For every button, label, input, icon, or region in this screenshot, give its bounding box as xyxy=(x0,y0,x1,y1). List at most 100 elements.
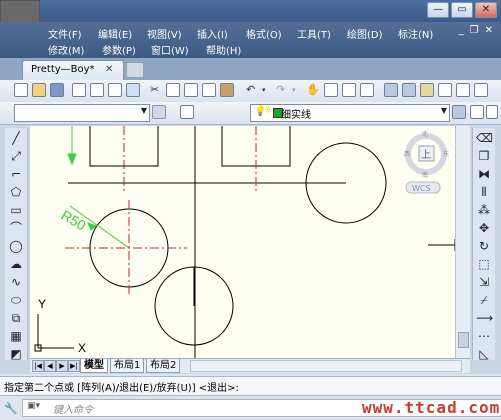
ellipse-icon[interactable]: ⬭ xyxy=(8,292,24,308)
rotate-icon[interactable]: ↻ xyxy=(476,238,492,254)
doc-minimize-button[interactable]: _ xyxy=(459,25,464,36)
new-tab-button[interactable] xyxy=(126,62,144,78)
next-layout-icon[interactable]: ▶ xyxy=(56,360,68,372)
extend-icon[interactable]: ⟶ xyxy=(476,310,493,326)
offset-icon[interactable]: ⫴ xyxy=(476,184,492,200)
doc-restore-button[interactable]: ❐ xyxy=(470,25,479,36)
menu-format[interactable]: 格式(O) xyxy=(246,26,282,41)
trim-icon[interactable]: ⌿ xyxy=(476,292,492,308)
menu-parameter[interactable]: 参数(P) xyxy=(102,42,136,57)
design-center-icon[interactable] xyxy=(402,83,416,97)
doc-close-button[interactable]: ✕ xyxy=(485,25,493,36)
layer-states-icon[interactable] xyxy=(470,105,484,119)
scale-icon[interactable]: ⬚ xyxy=(476,256,492,272)
menu-dimension[interactable]: 标注(N) xyxy=(398,26,433,41)
properties-icon[interactable] xyxy=(384,83,398,97)
menu-modify[interactable]: 修改(M) xyxy=(48,42,84,57)
insert-block-icon[interactable]: ⧉ xyxy=(8,310,24,326)
sun-icon[interactable]: ☼ xyxy=(264,105,273,116)
revision-cloud-icon[interactable]: ☁ xyxy=(8,256,24,272)
zoom-previous-icon[interactable] xyxy=(360,83,374,97)
layer-previous-icon[interactable] xyxy=(452,105,466,119)
polygon-icon[interactable]: ⬠ xyxy=(8,184,24,200)
tool-palettes-icon[interactable] xyxy=(420,83,434,97)
rectangle-icon[interactable]: ▭ xyxy=(8,202,24,218)
first-layout-icon[interactable]: |◀ xyxy=(32,360,44,372)
menu-bar: 文件(F) 编辑(E) 视图(V) 插入(I) 格式(O) 工具(T) 绘图(D… xyxy=(0,22,501,58)
menu-window[interactable]: 窗口(W) xyxy=(151,42,189,57)
workspace-dropdown[interactable]: ▼ xyxy=(14,104,150,122)
window-controls: — ▭ ✕ xyxy=(427,2,497,18)
menu-help[interactable]: 帮助(H) xyxy=(206,42,241,57)
undo-icon[interactable]: ↶ xyxy=(246,82,255,98)
paste-icon[interactable] xyxy=(184,83,198,97)
region-icon[interactable]: ◩ xyxy=(8,346,24,362)
maximize-button[interactable]: ▭ xyxy=(451,2,473,18)
cut-icon[interactable]: ✂ xyxy=(150,82,159,98)
tab-layout2[interactable]: 布局2 xyxy=(146,359,181,373)
sheet-set-icon[interactable] xyxy=(438,83,452,97)
open-file-icon[interactable] xyxy=(32,83,46,97)
zoom-realtime-icon[interactable] xyxy=(324,83,338,97)
new-file-icon[interactable] xyxy=(14,83,28,97)
copy-icon[interactable] xyxy=(166,83,180,97)
save-icon[interactable] xyxy=(50,83,64,97)
wrench-icon[interactable]: 🔧 xyxy=(4,402,18,415)
last-layout-icon[interactable]: ▶| xyxy=(68,360,80,372)
drawing-area[interactable]: R50 Y X 上 北 南 西 东 WCS xyxy=(30,126,470,359)
match-properties-icon[interactable] xyxy=(220,83,234,97)
erase-icon[interactable]: ⌫ xyxy=(476,130,493,146)
break-icon[interactable]: ⋯ xyxy=(476,328,492,344)
viewcube[interactable]: 上 北 南 西 东 WCS xyxy=(404,130,449,194)
copy-base-icon[interactable] xyxy=(202,83,216,97)
move-icon[interactable]: ✥ xyxy=(476,220,492,236)
markup-icon[interactable] xyxy=(456,83,470,97)
construction-line-icon[interactable]: ⤢ xyxy=(8,148,24,164)
spline-icon[interactable]: ∿ xyxy=(8,274,24,290)
command-input-placeholder: 键入命令 xyxy=(53,405,93,416)
previous-layout-icon[interactable]: ◀ xyxy=(44,360,56,372)
line-icon[interactable]: ╱ xyxy=(8,130,24,146)
viewcube-north: 北 xyxy=(422,130,428,138)
array-icon[interactable]: ⁂ xyxy=(476,202,492,218)
zoom-window-icon[interactable] xyxy=(342,83,356,97)
redo-dropdown-icon[interactable]: ▾ xyxy=(292,82,296,98)
mirror-icon[interactable]: ⧓ xyxy=(476,166,492,182)
menu-edit[interactable]: 编辑(E) xyxy=(98,26,132,41)
chamfer-icon[interactable]: ◺ xyxy=(476,346,492,362)
workspace-settings-icon[interactable] xyxy=(152,105,166,119)
publish-icon[interactable] xyxy=(108,83,122,97)
file-tab-close-icon[interactable]: ✕ xyxy=(105,64,113,75)
redo-icon[interactable]: ↷ xyxy=(276,82,285,98)
print-preview-icon[interactable] xyxy=(90,83,104,97)
hatch-icon[interactable]: ▦ xyxy=(8,328,24,344)
tab-layout1[interactable]: 布局1 xyxy=(110,359,145,373)
vertical-scroll-thumb[interactable] xyxy=(458,332,469,348)
horizontal-scrollbar[interactable] xyxy=(190,360,462,372)
menu-insert[interactable]: 插入(I) xyxy=(197,26,228,41)
layer-properties-icon[interactable] xyxy=(180,105,194,119)
file-tab[interactable]: Pretty—Boy* ✕ xyxy=(22,60,124,81)
menu-tools[interactable]: 工具(T) xyxy=(297,26,331,41)
menu-view[interactable]: 视图(V) xyxy=(147,26,182,41)
circle-icon[interactable]: ◯ xyxy=(8,238,24,254)
quickcalc-icon[interactable] xyxy=(474,83,488,97)
minimize-button[interactable]: — xyxy=(427,2,449,18)
3d-dwf-icon[interactable] xyxy=(126,83,140,97)
tab-model[interactable]: 模型 xyxy=(80,359,108,373)
close-button[interactable]: ✕ xyxy=(475,2,497,18)
vertical-scrollbar[interactable] xyxy=(455,126,470,359)
pan-icon[interactable]: ✋ xyxy=(306,82,320,98)
undo-dropdown-icon[interactable]: ▾ xyxy=(262,82,266,98)
polyline-icon[interactable]: ⌐ xyxy=(8,166,24,182)
arc-icon[interactable]: ⌒ xyxy=(8,220,24,236)
viewcube-face-top[interactable]: 上 xyxy=(421,149,431,161)
layer-dropdown[interactable]: 💡 ☼ 细实线 ▼ xyxy=(250,104,450,122)
menu-draw[interactable]: 绘图(D) xyxy=(347,26,383,41)
menu-file[interactable]: 文件(F) xyxy=(48,26,82,41)
command-prompt-icon[interactable]: ▣▾ xyxy=(27,401,40,411)
copy-object-icon[interactable]: ❐ xyxy=(476,148,492,164)
make-current-layer-icon[interactable] xyxy=(486,105,498,119)
print-icon[interactable] xyxy=(72,83,86,97)
stretch-icon[interactable]: ⇲ xyxy=(476,274,492,290)
